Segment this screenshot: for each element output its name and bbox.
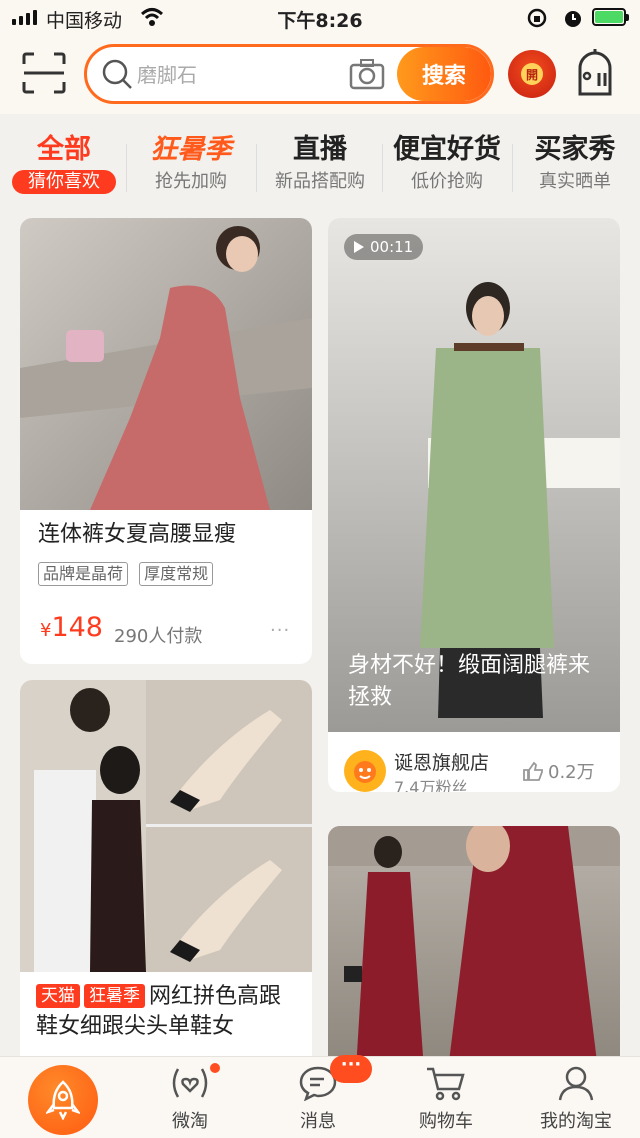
notification-dot (210, 1063, 220, 1073)
product-image (20, 218, 312, 510)
video-duration: 00:11 (370, 238, 414, 256)
tab-subtitle: 新品搭配购 (275, 171, 365, 192)
tab-divider (256, 144, 257, 192)
battery-icon (592, 8, 629, 26)
tab-live[interactable]: 直播 新品搭配购 (264, 134, 376, 194)
tab-divider (126, 144, 127, 192)
more-options-button[interactable]: ··· (270, 620, 290, 641)
red-packet-label: 開 (521, 63, 543, 85)
search-bar[interactable]: 搜索 (84, 44, 494, 104)
shop-avatar[interactable] (344, 750, 386, 792)
product-image (20, 680, 312, 972)
bottom-nav: 微淘 消息 ··· 购物车 我的淘宝 (0, 1055, 640, 1138)
tmall-badge: 天猫 (36, 984, 80, 1008)
shop-name[interactable]: 诞恩旗舰店 (394, 748, 489, 775)
product-title: 天猫 狂暑季 网红拼色高跟鞋女细跟尖头单鞋女 (36, 982, 300, 1042)
product-title: 连体裤女夏高腰显瘦 (38, 522, 237, 547)
search-button[interactable]: 搜索 (397, 47, 491, 101)
product-tag: 厚度常规 (139, 562, 214, 586)
promo-badge: 狂暑季 (84, 984, 145, 1008)
tab-subtitle: 低价抢购 (411, 171, 483, 192)
product-card-jumpsuit[interactable]: 连体裤女夏高腰显瘦 品牌是晶荷 厚度常规 ¥148 290人付款 ··· (20, 218, 312, 664)
shop-fans: 7.4万粉丝 (394, 778, 468, 792)
category-tabs: 全部 猜你喜欢 狂暑季 抢先加购 直播 新品搭配购 便宜好货 低价抢购 买家秀 … (0, 126, 640, 202)
cart-icon (427, 1067, 465, 1101)
tab-title: 狂暑季 (150, 134, 232, 165)
sold-count: 290人付款 (114, 626, 203, 647)
nav-label: 购物车 (419, 1111, 473, 1132)
nav-label: 我的淘宝 (540, 1111, 612, 1132)
price-value: 148 (51, 612, 103, 643)
alarm-icon (562, 7, 584, 33)
thumb-up-icon (523, 761, 543, 781)
like-button[interactable]: 0.2万 (522, 758, 595, 784)
nav-label: 消息 (300, 1111, 336, 1132)
tab-divider (382, 144, 383, 192)
tab-title: 全部 (37, 134, 91, 165)
product-tags: 品牌是晶荷 厚度常规 (38, 562, 219, 586)
play-icon (354, 241, 364, 253)
tab-subtitle: 真实晒单 (539, 171, 611, 192)
product-card-shoes[interactable]: 天猫 狂暑季 网红拼色高跟鞋女细跟尖头单鞋女 (20, 680, 312, 1070)
rocket-home-icon[interactable] (28, 1065, 98, 1135)
tab-title: 直播 (293, 134, 347, 165)
red-packet-icon[interactable]: 開 (508, 50, 556, 98)
price-currency: ¥ (40, 620, 52, 641)
camera-icon[interactable] (349, 58, 385, 90)
header: 搜索 開 (0, 36, 640, 114)
nav-weitao[interactable]: 微淘 (140, 1065, 240, 1133)
tab-subtitle: 抢先加购 (155, 171, 227, 192)
video-caption: 身材不好！缎面阔腿裤来拯救 (348, 653, 591, 710)
profile-icon (558, 1066, 594, 1101)
tab-cheap-goods[interactable]: 便宜好货 低价抢购 (388, 134, 506, 194)
video-duration-badge: 00:11 (344, 234, 424, 260)
like-count: 0.2万 (548, 762, 595, 783)
tab-all[interactable]: 全部 猜你喜欢 (12, 134, 116, 194)
tab-title: 买家秀 (534, 134, 616, 165)
tab-buyer-show[interactable]: 买家秀 真实晒单 (524, 134, 626, 194)
tab-title: 便宜好货 (393, 134, 501, 165)
tab-subtitle: 猜你喜欢 (12, 170, 116, 194)
status-bar: 中国移动 下午8:26 (0, 0, 640, 36)
tab-summer-promo[interactable]: 狂暑季 抢先加购 (136, 134, 246, 194)
search-icon (102, 59, 132, 89)
search-input[interactable] (137, 61, 337, 89)
nav-label: 微淘 (172, 1111, 208, 1132)
message-badge: ··· (330, 1055, 372, 1083)
tab-divider (512, 144, 513, 192)
scan-icon[interactable] (22, 52, 66, 94)
robot-icon[interactable] (572, 48, 618, 98)
weitao-icon (172, 1068, 208, 1098)
rotation-lock-icon (526, 7, 548, 33)
nav-cart[interactable]: 购物车 (396, 1065, 496, 1133)
product-card-dress[interactable] (328, 826, 620, 1070)
video-card[interactable]: 00:11 身材不好！缎面阔腿裤来拯救 诞恩旗舰店 7.4万粉丝 0.2万 (328, 218, 620, 792)
product-image (328, 826, 620, 1070)
nav-my-taobao[interactable]: 我的淘宝 (526, 1065, 626, 1133)
product-price: ¥148 (40, 612, 103, 643)
product-tag: 品牌是晶荷 (38, 562, 129, 586)
